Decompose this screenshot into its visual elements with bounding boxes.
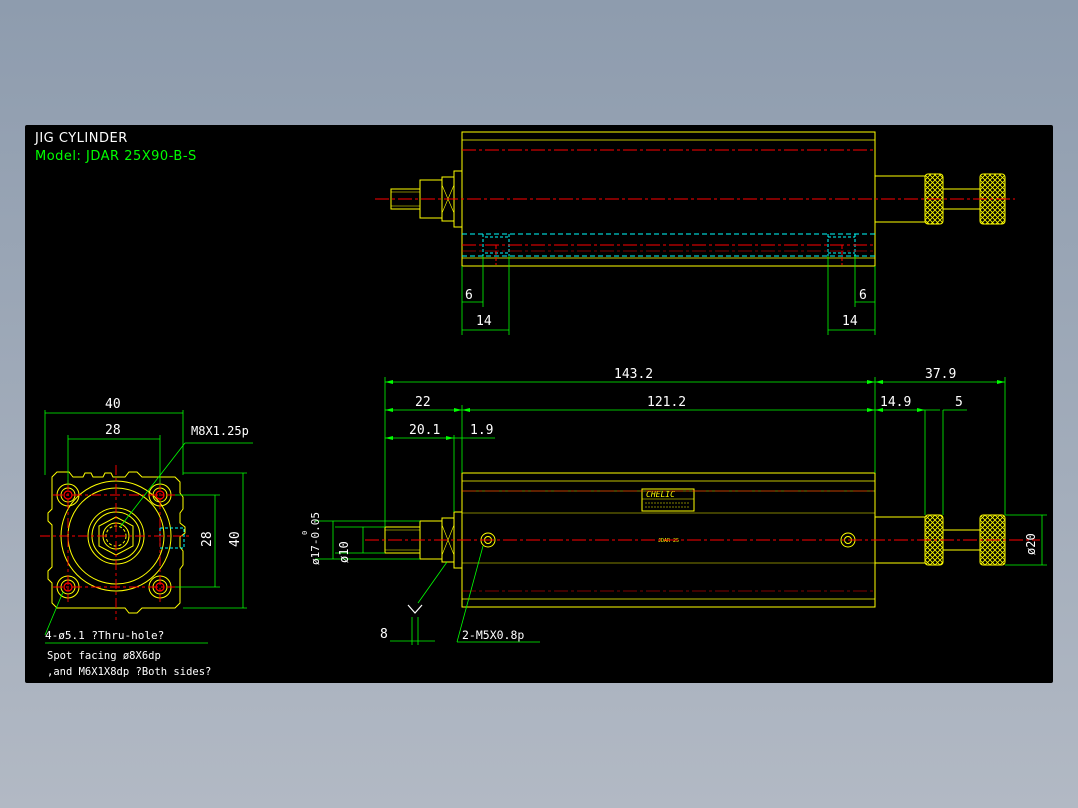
body-engraving: JDAR 25 (658, 538, 679, 544)
dim-rod-extension: 37.9 (925, 367, 956, 382)
thread-callout: M8X1.25p (191, 424, 249, 438)
dim-5: 5 (955, 395, 963, 410)
dim-20-1: 20.1 (409, 423, 440, 438)
note-thru-hole: 4-ø5.1 ?Thru-hole? (45, 629, 164, 642)
dim-dia-17: ø17-0.05 (309, 512, 322, 565)
dim-top-14-right: 14 (842, 314, 858, 329)
dim-overall-length: 143.2 (614, 367, 653, 382)
drawing-canvas: JIG CYLINDER Model: JDAR 25X90-B-S 6 6 1… (25, 125, 1053, 683)
dim-14-9: 14.9 (880, 395, 911, 410)
front-view: CHELIC JDAR 25 143.2 37.9 22 121.2 14.9 … (301, 367, 1047, 645)
cad-drawing: 6 6 14 14 40 28 28 40 M8X1.25p 4-ø5.1 ?T… (40, 131, 1047, 678)
dim-121-2: 121.2 (647, 395, 686, 410)
dim-dia-10: ø10 (337, 541, 351, 563)
dim-side-height-40: 40 (228, 531, 243, 547)
wrench-flat-icon (407, 604, 423, 614)
dim-top-6-left: 6 (465, 288, 473, 303)
dim-side-width-40: 40 (105, 397, 121, 412)
dim-side-height-28: 28 (200, 531, 215, 547)
dim-1-9: 1.9 (470, 423, 493, 438)
side-view: 40 28 28 40 M8X1.25p 4-ø5.1 ?Thru-hole? … (40, 397, 253, 678)
dim-8: 8 (380, 627, 388, 642)
dim-dia-20: ø20 (1024, 533, 1038, 555)
port-callout: 2-M5X0.8p (462, 628, 524, 642)
brand-label: CHELIC (646, 490, 675, 499)
dim-22: 22 (415, 395, 431, 410)
top-view: 6 6 14 14 (375, 131, 1015, 335)
dim-top-14-left: 14 (476, 314, 492, 329)
note-spot-facing: Spot facing ø8X6dp (47, 650, 161, 662)
note-both-sides: ,and M6X1X8dp ?Both sides? (47, 666, 211, 678)
dim-dia-17-tolerance: 0 (301, 531, 309, 535)
dim-top-6-right: 6 (859, 288, 867, 303)
dim-side-width-28: 28 (105, 423, 121, 438)
